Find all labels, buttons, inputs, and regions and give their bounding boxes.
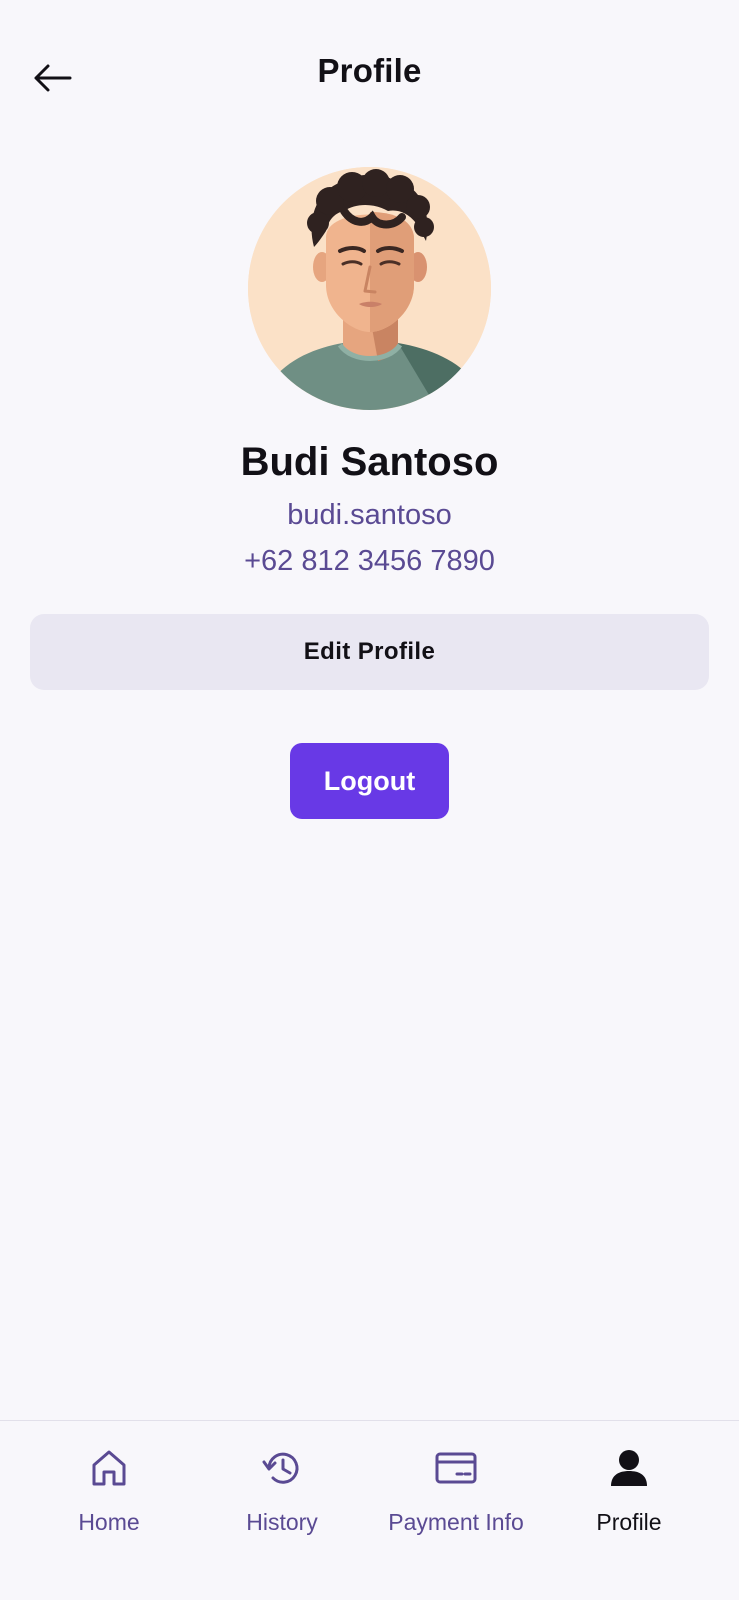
history-icon xyxy=(262,1452,299,1484)
nav-label-payment-info: Payment Info xyxy=(388,1509,524,1535)
bottom-navigation: Home History Payment Info Profile xyxy=(0,1420,739,1600)
nav-label-home: Home xyxy=(78,1509,140,1535)
card-icon xyxy=(435,1452,477,1484)
user-avatar-illustration xyxy=(248,167,491,410)
nav-item-history[interactable]: History xyxy=(195,1421,369,1571)
nav-label-profile: Profile xyxy=(596,1509,662,1535)
profile-screen: Profile Budi Santoso budi.santoso +62 81… xyxy=(0,0,739,1600)
page-title: Profile xyxy=(317,52,422,89)
nav-item-payment-info[interactable]: Payment Info xyxy=(369,1421,543,1571)
home-icon xyxy=(92,1450,126,1486)
avatar xyxy=(248,167,491,410)
phone-number: +62 812 3456 7890 xyxy=(244,545,495,577)
user-name: Budi Santoso xyxy=(240,440,499,484)
nav-label-history: History xyxy=(246,1509,318,1535)
logout-button[interactable]: Logout xyxy=(290,743,449,819)
username: budi.santoso xyxy=(287,499,452,531)
nav-item-profile[interactable]: Profile xyxy=(542,1421,716,1571)
person-icon xyxy=(611,1450,647,1486)
edit-profile-button[interactable]: Edit Profile xyxy=(30,614,709,690)
header: Profile xyxy=(0,0,739,150)
nav-item-home[interactable]: Home xyxy=(22,1421,196,1571)
